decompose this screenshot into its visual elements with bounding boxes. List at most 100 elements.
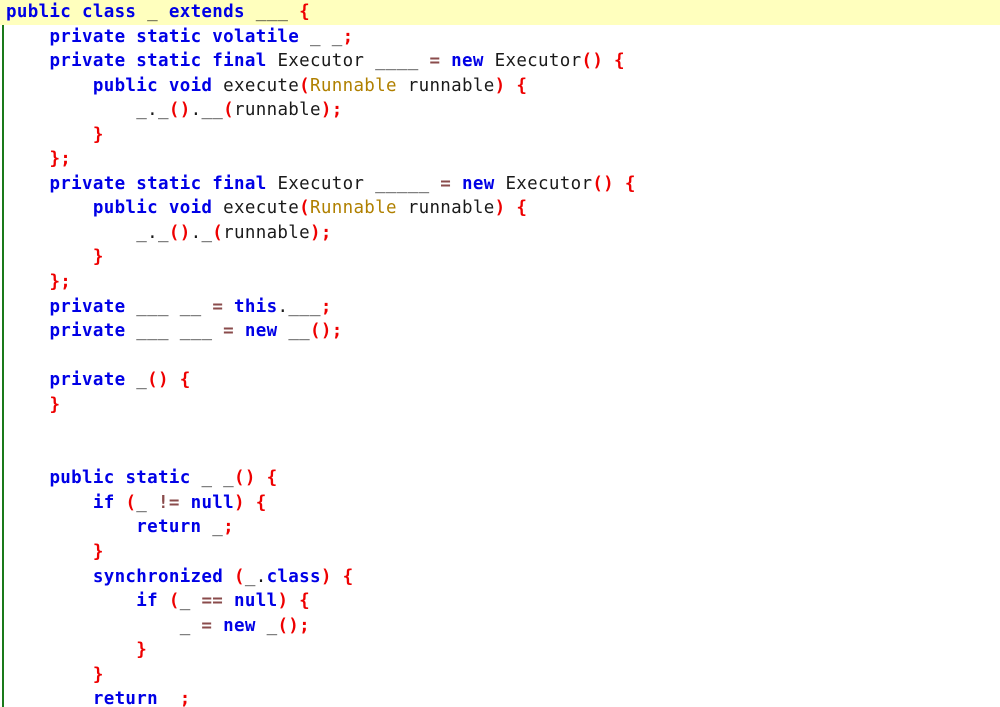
code-token-id: _: [147, 2, 158, 22]
code-token-kw: class: [82, 2, 137, 22]
code-token-id: ___: [179, 321, 213, 342]
code-token-pun: }: [49, 394, 61, 415]
code-token-pun: }: [92, 664, 104, 685]
code-token-ws: [299, 27, 310, 47]
code-token-ws: [440, 51, 451, 71]
code-line[interactable]: [0, 442, 1000, 467]
code-token-kw: static: [136, 26, 202, 47]
code-line[interactable]: if (_ != null) {: [0, 491, 1000, 516]
code-line[interactable]: [0, 344, 1000, 369]
code-line[interactable]: }: [0, 663, 1000, 688]
code-token-ws: [6, 149, 49, 169]
code-token-kw: private: [49, 173, 126, 194]
code-token-id: _____: [375, 173, 430, 194]
code-line[interactable]: }: [0, 245, 1000, 270]
code-token-ws: [288, 2, 299, 22]
code-token-kw: private: [49, 26, 126, 47]
code-token-id: _: [158, 222, 169, 243]
code-line[interactable]: private static final Executor ____ = new…: [0, 49, 1000, 74]
code-token-id: .: [190, 100, 202, 121]
code-line[interactable]: private ___ ___ = new __();: [0, 319, 1000, 344]
code-token-pun: (): [168, 100, 191, 121]
code-token-ws: [169, 370, 180, 390]
code-token-id: __: [288, 321, 311, 342]
code-line[interactable]: return _;: [0, 515, 1000, 540]
code-token-typ: Executor: [494, 51, 582, 72]
code-token-ws: [201, 517, 212, 537]
code-token-ws: [158, 591, 169, 611]
code-token-ws: [201, 174, 212, 194]
code-line[interactable]: _._()._(runnable);: [0, 221, 1000, 246]
code-line[interactable]: public static _ _() {: [0, 466, 1000, 491]
code-line[interactable]: private _() {: [0, 368, 1000, 393]
code-token-ann: Runnable: [310, 198, 397, 219]
code-token-ws: [6, 100, 136, 120]
code-line[interactable]: public void execute(Runnable runnable) {: [0, 196, 1000, 221]
code-token-ws: [614, 174, 625, 194]
code-line[interactable]: private static volatile _ _;: [0, 25, 1000, 50]
code-token-kw: return: [92, 689, 158, 707]
code-line[interactable]: synchronized (_.class) {: [0, 565, 1000, 590]
code-token-ws: [6, 76, 93, 96]
code-token-ws: [125, 321, 136, 341]
code-token-pun: (): [147, 370, 169, 391]
code-line[interactable]: _._().__(runnable);: [0, 98, 1000, 123]
code-token-ws: [245, 2, 256, 22]
code-token-kw: this: [234, 296, 278, 317]
code-token-ws: [212, 76, 223, 96]
code-line[interactable]: }: [0, 540, 1000, 565]
code-token-kw: public: [49, 468, 115, 489]
code-line[interactable]: }: [0, 123, 1000, 148]
code-line[interactable]: private static final Executor _____ = ne…: [0, 172, 1000, 197]
code-token-pun: (: [223, 100, 235, 121]
code-line[interactable]: [0, 417, 1000, 442]
code-token-pun: (: [234, 566, 245, 587]
code-token-ws: [234, 321, 245, 341]
code-token-pun: {: [266, 468, 278, 489]
code-token-op: =: [201, 615, 213, 636]
code-token-id: ___: [136, 321, 169, 342]
code-token-op: =: [223, 321, 235, 342]
code-line[interactable]: private ___ __ = this.___;: [0, 295, 1000, 320]
code-line[interactable]: }: [0, 393, 1000, 418]
code-token-kw: private: [49, 321, 126, 342]
code-token-kw: static: [136, 51, 202, 72]
code-token-ws: [495, 174, 506, 194]
code-token-pun: (): [581, 51, 604, 72]
code-token-ws: [245, 493, 256, 513]
code-token-pun: {: [299, 591, 311, 612]
code-line[interactable]: if (_ == null) {: [0, 589, 1000, 614]
code-token-id: runnable: [407, 198, 495, 219]
code-token-pun: {: [299, 2, 311, 22]
code-line[interactable]: public class _ extends ___ {: [0, 0, 1000, 25]
code-token-pun: ();: [310, 321, 343, 342]
code-token-ws: [212, 321, 223, 341]
code-token-pun: };: [49, 272, 72, 293]
code-token-typ: Executor: [277, 173, 365, 194]
code-token-ws: [147, 493, 158, 513]
code-token-id: _: [244, 566, 256, 587]
code-line[interactable]: public void execute(Runnable runnable) {: [0, 74, 1000, 99]
code-token-ws: [6, 616, 180, 636]
code-token-ws: [158, 689, 169, 707]
code-token-pun: (: [299, 198, 311, 219]
code-line[interactable]: };: [0, 147, 1000, 172]
code-token-kw: new: [223, 615, 256, 636]
code-token-ws: [125, 27, 136, 47]
code-token-kw: new: [451, 51, 484, 72]
code-line[interactable]: _ = new _();: [0, 614, 1000, 639]
code-token-ws: [6, 370, 49, 390]
code-token-pun: };: [49, 149, 72, 170]
code-token-pun: ;: [320, 296, 332, 317]
code-token-pun: (: [212, 222, 224, 243]
code-line[interactable]: return _;: [0, 687, 1000, 707]
code-token-kw: if: [92, 492, 115, 513]
code-block[interactable]: public class _ extends ___ { private sta…: [0, 0, 1000, 707]
code-line[interactable]: };: [0, 270, 1000, 295]
code-token-ws: [169, 321, 180, 341]
code-token-kw: new: [462, 173, 495, 194]
code-token-ws: [180, 493, 191, 513]
code-token-ws: [6, 125, 93, 145]
code-token-ws: [71, 2, 82, 22]
code-line[interactable]: }: [0, 638, 1000, 663]
